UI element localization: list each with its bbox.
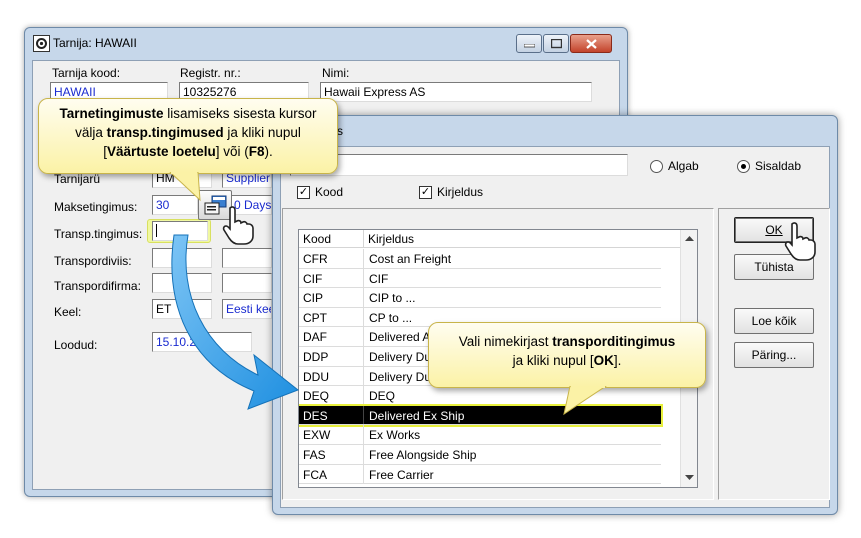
list-column-divider [363, 386, 364, 405]
callout2-bold-1: transporditingimus [552, 334, 676, 349]
list-item-description: Delivery Du [369, 369, 432, 384]
label-created: Loodud: [54, 338, 98, 352]
minimize-icon [524, 44, 535, 48]
column-header-description[interactable]: Kirjeldus [364, 230, 680, 248]
list-item[interactable]: CIF CIF [299, 268, 661, 289]
list-item-description: Free Alongside Ship [369, 448, 477, 462]
contains-radio-label: Sisaldab [755, 159, 802, 173]
list-column-divider [363, 307, 364, 327]
list-item[interactable]: EXW Ex Works [299, 425, 661, 445]
scroll-up-icon[interactable] [685, 236, 694, 242]
code-checkbox[interactable]: ✓ [297, 186, 310, 199]
begins-radio-label: Algab [668, 159, 699, 173]
hand-cursor-icon [222, 206, 254, 245]
label-reg-no: Registr. nr.: [180, 66, 241, 80]
callout1-bold-2: transp.tingimused [106, 125, 224, 140]
label-payment-terms: Maksetingimus: [54, 200, 138, 214]
callout1-bold-4: F8 [248, 144, 265, 159]
list-item-description: Cost an Freight [369, 252, 452, 266]
name-field[interactable]: Hawaii Express AS [320, 82, 592, 102]
supplier-titlebar[interactable]: Tarnija: HAWAII [25, 28, 627, 60]
list-item-code: FCA [303, 467, 327, 482]
list-column-divider [363, 288, 364, 307]
scroll-down-icon[interactable] [685, 475, 694, 481]
maximize-icon [551, 39, 562, 49]
description-checkbox-label: Kirjeldus [437, 185, 484, 199]
list-item-description: CIP to ... [369, 291, 416, 306]
instruction-callout-1: Tarnetingimuste lisamiseks sisesta kurso… [38, 98, 338, 174]
contains-radio[interactable] [737, 160, 750, 173]
maximize-button[interactable] [543, 34, 569, 53]
list-column-divider [363, 445, 364, 464]
callout1-pointer [169, 172, 201, 202]
supplier-window-title: Tarnija: HAWAII [53, 36, 137, 50]
callout1-text-4: ). [264, 144, 273, 159]
ok-button-label: OK [765, 223, 783, 237]
callout2-pointer [563, 386, 607, 416]
label-transport-method: Transpordiviis: [54, 254, 132, 268]
instruction-callout-2: Vali nimekirjast transporditingimus ja k… [428, 322, 706, 388]
minimize-button[interactable] [516, 34, 542, 53]
hand-cursor-ok-icon [784, 222, 816, 261]
close-button[interactable] [570, 34, 612, 53]
list-item[interactable]: CFR Cost an Freight [299, 249, 661, 269]
list-item-code: FAS [303, 448, 326, 462]
list-item[interactable]: FCA Free Carrier [299, 464, 661, 485]
list-item-description: Free Carrier [369, 467, 434, 482]
label-transport-company: Transpordifirma: [54, 279, 141, 293]
callout2-bold-2: OK [593, 353, 614, 368]
label-supplier-group: Tarnijarü [54, 172, 101, 186]
callout2-text-3: ]. [613, 353, 622, 368]
list-item-description: Delivered A [369, 330, 431, 345]
code-checkbox-label: Kood [315, 185, 344, 199]
list-column-divider [363, 464, 364, 484]
label-language: Keel: [54, 305, 82, 319]
list-item-description: Delivered Ex Ship [369, 408, 465, 423]
callout1-bold-1: Tarnetingimuste [59, 106, 164, 121]
list-item-description: CIF [369, 271, 389, 286]
text-cursor [156, 224, 157, 237]
list-item[interactable]: FAS Free Alongside Ship [299, 445, 661, 465]
list-column-divider [363, 249, 364, 268]
description-checkbox[interactable]: ✓ [419, 186, 432, 199]
callout1-bold-3: Väärtuste loetelu [106, 144, 216, 159]
list-item-code: EXW [303, 428, 331, 443]
query-button[interactable]: Päring... [734, 342, 814, 368]
label-supplier-code: Tarnija kood: [52, 66, 121, 80]
list-column-divider [363, 327, 364, 346]
close-icon [586, 39, 597, 49]
list-column-divider [363, 366, 364, 386]
list-column-divider [363, 405, 364, 425]
callout1-text-3: ] või ( [215, 144, 249, 159]
list-column-divider [363, 347, 364, 366]
begins-radio[interactable] [650, 160, 663, 173]
list-item-description: Ex Works [369, 428, 421, 443]
read-all-button[interactable]: Loe kõik [734, 308, 814, 334]
label-name: Nimi: [322, 66, 350, 80]
search-input[interactable] [290, 154, 628, 176]
list-item-description: Delivery Du [369, 350, 432, 364]
guide-arrow-icon [171, 234, 299, 410]
list-column-divider [363, 425, 364, 444]
list-column-divider [363, 268, 364, 288]
list-item[interactable]: CIP CIP to ... [299, 288, 661, 308]
label-delivery-terms: Transp.tingimus: [54, 227, 143, 241]
callout2-text-1: Vali nimekirjast [458, 334, 553, 349]
app-gear-icon [33, 35, 50, 52]
list-item-description: DEQ [369, 389, 396, 404]
callout2-text-2: ja kliki nupul [ [512, 353, 594, 368]
list-item-description: CP to ... [369, 310, 413, 325]
